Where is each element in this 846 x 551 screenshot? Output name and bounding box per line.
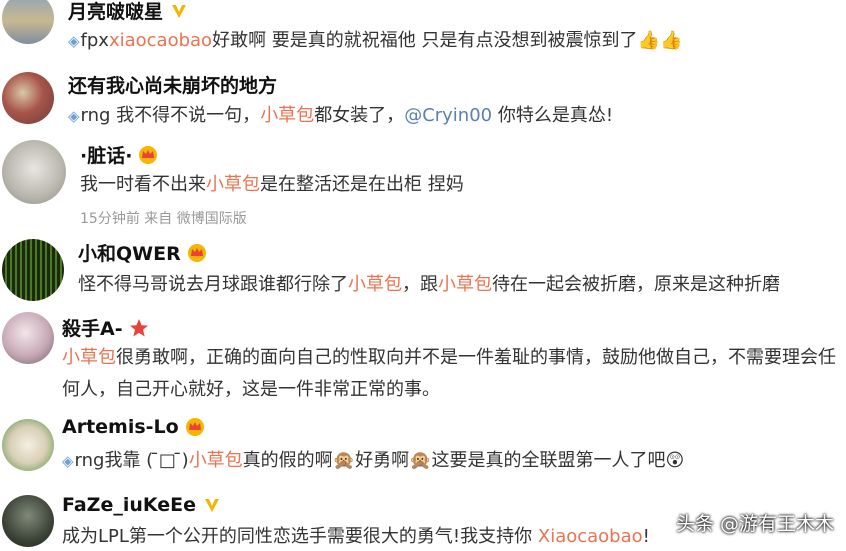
comment-text: ◈fpxxiaocaobao好敢啊 要是真的就祝福他 只是有点没想到被震惊到了👍…: [68, 27, 682, 55]
user-avatar[interactable]: [2, 312, 54, 364]
comment-item: 月亮啵啵星 ◈fpxxiaocaobao好敢啊 要是真的就祝福他 只是有点没想到…: [0, 0, 846, 60]
mention-link[interactable]: Xiaocaobao: [538, 526, 643, 547]
username[interactable]: 月亮啵啵星: [68, 0, 163, 24]
comment-item: 小和QWER 怪不得马哥说去月球跟谁都行除了小草包，跟小草包待在一起会被折磨，原…: [0, 233, 846, 308]
gem-icon: ◈: [68, 32, 80, 50]
username[interactable]: 小和QWER: [78, 239, 181, 266]
user-avatar[interactable]: [2, 419, 54, 471]
comment-item: ·脏话· 我一时看不出来小草包是在整活还是在出柜 捏妈 15分钟前 来自 微博国…: [0, 138, 846, 233]
thumbs-up-icon: 👍👍: [637, 30, 683, 51]
username[interactable]: Artemis-Lo: [62, 416, 179, 438]
user-avatar[interactable]: [2, 0, 54, 44]
user-avatar[interactable]: [2, 72, 54, 124]
comment-item: 还有我心尚未崩坏的地方 ◈rng 我不得不说一句，小草包都女装了，@Cryin0…: [0, 68, 846, 138]
gem-icon: ◈: [68, 107, 80, 125]
username[interactable]: ·脏话·: [80, 141, 132, 168]
user-avatar[interactable]: [2, 495, 54, 547]
mention-link[interactable]: 小草包: [62, 347, 116, 368]
comment-text: 我一时看不出来小草包是在整活还是在出柜 捏妈: [80, 174, 464, 195]
gem-icon: ◈: [62, 452, 74, 470]
mention-link[interactable]: 小草包: [348, 274, 402, 295]
star-badge-icon: [129, 318, 148, 336]
comment-text: ◈rng我靠 ( ̄□ ̄)小草包真的假的啊🙊好勇啊🙊这要是真的全联盟第一人了吧…: [62, 447, 684, 475]
comment-text: ◈rng 我不得不说一句，小草包都女装了，@Cryin00 你特么是真怂!: [68, 105, 614, 126]
verified-badge-icon: [205, 499, 220, 512]
verified-badge-icon: [172, 4, 187, 18]
comment-meta: 15分钟前 来自 微博国际版: [80, 211, 247, 227]
crown-badge-icon: [139, 145, 158, 164]
comment-item: 殺手A- 小草包很勇敢啊，正确的面向自己的性取向并不是一件羞耻的事情，鼓励他做自…: [0, 308, 846, 413]
user-avatar[interactable]: [2, 140, 66, 204]
astonished-face-icon: 😲: [665, 450, 685, 471]
username[interactable]: FaZe_iuKeEe: [62, 494, 196, 516]
mention-link[interactable]: 小草包: [189, 450, 243, 471]
crown-badge-icon: [185, 418, 204, 436]
watermark: 头条 @游有王木木: [675, 513, 834, 535]
see-no-evil-monkey-icon: 🙊: [332, 450, 356, 471]
comment-text: 成为LPL第一个公开的同性恋选手需要很大的勇气!我支持你 Xiaocaobao!: [62, 526, 650, 547]
mention-link[interactable]: 小草包: [260, 105, 314, 126]
crown-badge-icon: [187, 243, 206, 262]
username[interactable]: 殺手A-: [62, 314, 123, 341]
see-no-evil-monkey-icon: 🙊: [409, 450, 432, 471]
mention-link[interactable]: 小草包: [206, 174, 260, 195]
comment-item: Artemis-Lo ◈rng我靠 ( ̄□ ̄)小草包真的假的啊🙊好勇啊🙊这要…: [0, 413, 846, 491]
comment-text: 怪不得马哥说去月球跟谁都行除了小草包，跟小草包待在一起会被折磨，原来是这种折磨: [78, 274, 780, 295]
at-mention-link[interactable]: @Cryin00: [404, 105, 492, 126]
mention-link[interactable]: xiaocaobao: [109, 30, 212, 51]
username[interactable]: 还有我心尚未崩坏的地方: [68, 71, 277, 98]
mention-link[interactable]: 小草包: [438, 274, 492, 295]
comment-text: 小草包很勇敢啊，正确的面向自己的性取向并不是一件羞耻的事情，鼓励他做自己，不需要…: [62, 347, 836, 400]
user-avatar[interactable]: [2, 239, 64, 301]
